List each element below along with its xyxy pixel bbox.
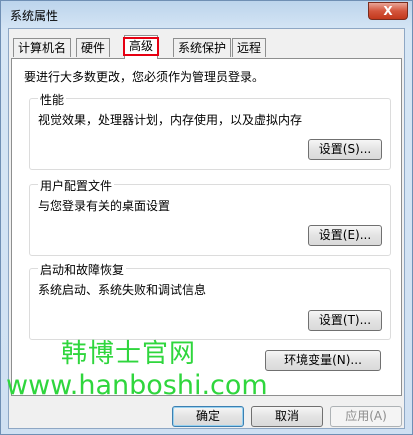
group-desc-startup-recovery: 系统启动、系统失败和调试信息 <box>38 283 207 297</box>
user-profiles-settings-button[interactable]: 设置(E)... <box>308 225 382 246</box>
group-title-startup-recovery: 启动和故障恢复 <box>38 261 127 278</box>
tab-remote[interactable]: 远程 <box>232 38 267 57</box>
watermark-url: www.hanboshi.com <box>6 370 268 401</box>
startup-recovery-settings-button[interactable]: 设置(T)... <box>308 310 382 331</box>
apply-button[interactable]: 应用(A) <box>330 406 402 427</box>
cancel-button[interactable]: 取消 <box>251 406 323 427</box>
group-desc-performance: 视觉效果，处理器计划，内存使用，以及虚拟内存 <box>38 113 303 127</box>
close-icon: X <box>383 4 393 18</box>
environment-variables-button[interactable]: 环境变量(N)... <box>265 350 381 371</box>
window-title: 系统属性 <box>10 9 59 23</box>
tab-hardware[interactable]: 硬件 <box>76 38 111 57</box>
admin-note: 要进行大多数更改，您必须作为管理员登录。 <box>24 70 265 84</box>
title-bar[interactable]: 系统属性 X <box>1 1 412 27</box>
performance-settings-button[interactable]: 设置(S)... <box>308 139 382 160</box>
tab-advanced[interactable]: 高级 <box>123 35 160 59</box>
close-button[interactable]: X <box>368 2 408 20</box>
group-desc-user-profiles: 与您登录有关的桌面设置 <box>38 199 171 213</box>
group-title-user-profiles: 用户配置文件 <box>38 177 115 194</box>
ok-button[interactable]: 确定 <box>172 406 244 427</box>
group-title-performance: 性能 <box>38 91 67 108</box>
tab-computer-name[interactable]: 计算机名 <box>13 38 72 57</box>
watermark-title: 韩博士官网 <box>61 339 197 369</box>
tab-system-protection[interactable]: 系统保护 <box>173 38 232 57</box>
